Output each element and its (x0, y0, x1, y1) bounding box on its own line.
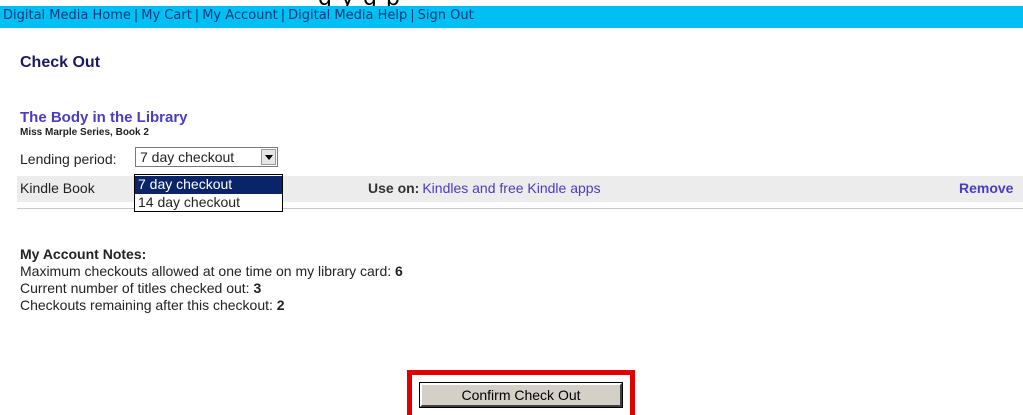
nav-sign-out[interactable]: Sign Out (418, 8, 474, 23)
use-on: Use on: Kindles and free Kindle apps (368, 180, 601, 196)
account-notes-heading: My Account Notes: (20, 246, 147, 262)
nav-separator: | (410, 8, 415, 23)
notes-current-label: Current number of titles checked out: (20, 280, 250, 296)
use-on-link[interactable]: Kindles and free Kindle apps (422, 180, 600, 196)
top-nav-bar: Digital Media Home | My Cart | My Account | Di… (0, 6, 1023, 28)
notes-remaining-checkouts: Checkouts remaining after this checkout:… (20, 297, 285, 313)
lending-period-dropdown: 7 day checkout 14 day checkout (134, 174, 283, 212)
nav-digital-media-help[interactable]: Digital Media Help (288, 8, 407, 23)
dropdown-option-14-day[interactable]: 14 day checkout (135, 194, 282, 212)
nav-digital-media-home[interactable]: Digital Media Home (3, 8, 131, 23)
lending-period-label: Lending period: (20, 151, 117, 167)
nav-separator: | (194, 8, 200, 23)
lending-period-value: 7 day checkout (140, 149, 235, 165)
lending-period-select[interactable]: 7 day checkout (135, 147, 278, 167)
nav-separator: | (280, 8, 286, 23)
notes-remaining-label: Checkouts remaining after this checkout: (20, 297, 273, 313)
nav-my-cart[interactable]: My Cart (141, 8, 192, 23)
nav-my-account[interactable]: My Account (202, 8, 278, 23)
notes-max-label: Maximum checkouts allowed at one time on… (20, 263, 392, 279)
page-title: Check Out (20, 54, 101, 71)
format-label: Kindle Book (20, 180, 95, 196)
remove-link[interactable]: Remove (959, 180, 1013, 196)
nav-separator: | (133, 8, 139, 23)
dropdown-option-7-day[interactable]: 7 day checkout (135, 176, 282, 194)
notes-max-checkouts: Maximum checkouts allowed at one time on… (20, 263, 403, 279)
notes-remaining-value: 2 (276, 297, 285, 313)
book-title-link[interactable]: The Body in the Library (20, 109, 188, 126)
confirm-check-out-button[interactable]: Confirm Check Out (419, 382, 623, 408)
notes-current-value: 3 (253, 280, 262, 296)
book-series: Miss Marple Series, Book 2 (20, 127, 149, 138)
notes-current-checkouts: Current number of titles checked out: 3 (20, 280, 261, 296)
notes-max-value: 6 (395, 263, 403, 279)
use-on-label: Use on: (368, 180, 420, 196)
chevron-down-icon[interactable] (261, 149, 276, 165)
